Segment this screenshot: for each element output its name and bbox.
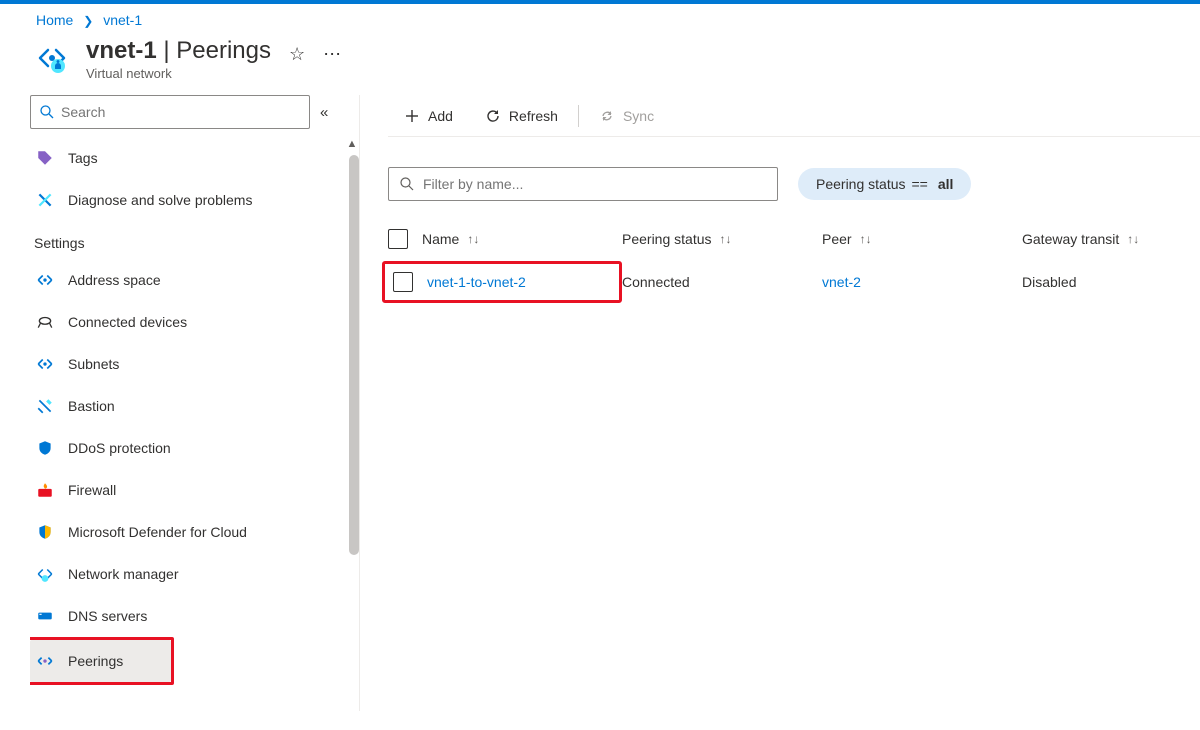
- filter-pill-status[interactable]: Peering status == all: [798, 168, 971, 200]
- favorite-button[interactable]: ☆: [289, 38, 305, 65]
- sidebar-item-peerings[interactable]: Peerings: [30, 640, 171, 682]
- select-all-checkbox[interactable]: [388, 229, 408, 249]
- plus-icon: [404, 108, 420, 124]
- sort-icon: ↑↓: [1127, 232, 1139, 246]
- column-header-name[interactable]: Name ↑↓: [422, 231, 622, 247]
- sync-icon: [599, 108, 615, 124]
- peering-status: Connected: [622, 274, 822, 290]
- sidebar-item-firewall[interactable]: Firewall: [30, 469, 341, 511]
- scroll-up-arrow[interactable]: ▲: [345, 137, 359, 151]
- refresh-button[interactable]: Refresh: [469, 97, 574, 135]
- filter-by-name[interactable]: [388, 167, 778, 201]
- chevron-right-icon: ❯: [83, 14, 93, 28]
- sidebar-item-label: DNS servers: [68, 608, 147, 624]
- toolbar-label: Sync: [623, 108, 654, 124]
- main-pane: Add Refresh Sync Peering status == all: [360, 95, 1200, 711]
- column-label: Name: [422, 231, 459, 247]
- sidebar-item-defender[interactable]: Microsoft Defender for Cloud: [30, 511, 341, 553]
- column-header-status[interactable]: Peering status ↑↓: [622, 231, 822, 247]
- column-header-gateway[interactable]: Gateway transit ↑↓: [1022, 231, 1200, 247]
- toolbar: Add Refresh Sync: [388, 97, 1200, 137]
- sidebar-item-ddos[interactable]: DDoS protection: [30, 427, 341, 469]
- sidebar-item-connected-devices[interactable]: Connected devices: [30, 301, 341, 343]
- subnets-icon: [36, 355, 54, 373]
- resource-name: vnet-1: [86, 37, 157, 64]
- sidebar-item-dns-servers[interactable]: DNS servers: [30, 595, 341, 637]
- sidebar-item-network-manager[interactable]: Network manager: [30, 553, 341, 595]
- peer-link[interactable]: vnet-2: [822, 274, 861, 290]
- sidebar-item-bastion[interactable]: Bastion: [30, 385, 341, 427]
- peerings-table: Name ↑↓ Peering status ↑↓ Peer ↑↓ Gatewa…: [388, 219, 1200, 305]
- sidebar-item-label: Connected devices: [68, 314, 187, 330]
- sidebar-item-diagnose[interactable]: Diagnose and solve problems: [30, 179, 341, 221]
- sidebar-item-label: Network manager: [68, 566, 179, 582]
- toolbar-divider: [578, 105, 579, 127]
- table-header: Name ↑↓ Peering status ↑↓ Peer ↑↓ Gatewa…: [388, 219, 1200, 259]
- diagnose-icon: [36, 191, 54, 209]
- bastion-icon: [36, 397, 54, 415]
- page-title: vnet-1 | Peerings: [86, 38, 271, 64]
- sidebar-item-tags[interactable]: Tags: [30, 137, 341, 179]
- breadcrumb: Home ❯ vnet-1: [0, 4, 1200, 34]
- firewall-icon: [36, 481, 54, 499]
- add-button[interactable]: Add: [388, 97, 469, 135]
- refresh-icon: [485, 108, 501, 124]
- sidebar-item-label: Firewall: [68, 482, 116, 498]
- table-row[interactable]: vnet-1-to-vnet-2 Connected vnet-2 Disabl…: [388, 259, 1200, 305]
- more-button[interactable]: ⋯: [323, 38, 341, 65]
- collapse-sidebar-button[interactable]: «: [320, 104, 328, 121]
- filter-pill-value: all: [938, 176, 954, 192]
- sidebar-item-label: Tags: [68, 150, 98, 166]
- filter-bar: Peering status == all: [388, 167, 1200, 201]
- network-manager-icon: [36, 565, 54, 583]
- column-label: Peering status: [622, 231, 712, 247]
- filter-pill-field: Peering status: [816, 176, 906, 192]
- sidebar-item-label: Microsoft Defender for Cloud: [68, 524, 247, 540]
- address-space-icon: [36, 271, 54, 289]
- page-section: Peerings: [176, 37, 271, 64]
- sidebar-item-label: Diagnose and solve problems: [68, 192, 252, 208]
- devices-icon: [36, 313, 54, 331]
- sort-icon: ↑↓: [720, 232, 732, 246]
- scrollbar-thumb[interactable]: [349, 155, 359, 555]
- defender-icon: [36, 523, 54, 541]
- row-checkbox[interactable]: [393, 272, 413, 292]
- gateway-transit: Disabled: [1022, 274, 1200, 290]
- column-label: Gateway transit: [1022, 231, 1119, 247]
- search-icon: [39, 104, 55, 120]
- dns-icon: [36, 607, 54, 625]
- breadcrumb-home[interactable]: Home: [36, 12, 73, 28]
- sidebar-search[interactable]: [30, 95, 310, 129]
- toolbar-label: Refresh: [509, 108, 558, 124]
- shield-icon: [36, 439, 54, 457]
- resource-type: Virtual network: [86, 66, 271, 81]
- sidebar-item-address-space[interactable]: Address space: [30, 259, 341, 301]
- breadcrumb-resource[interactable]: vnet-1: [103, 12, 142, 28]
- sidebar: « ▲ Tags Diagnose and solve problems Set…: [0, 95, 360, 711]
- sidebar-item-label: Bastion: [68, 398, 115, 414]
- sidebar-item-label: DDoS protection: [68, 440, 171, 456]
- search-icon: [399, 176, 415, 192]
- filter-pill-op: ==: [912, 176, 928, 192]
- column-header-peer[interactable]: Peer ↑↓: [822, 231, 1022, 247]
- column-label: Peer: [822, 231, 852, 247]
- sidebar-search-input[interactable]: [61, 104, 301, 120]
- tag-icon: [36, 149, 54, 167]
- sort-icon: ↑↓: [860, 232, 872, 246]
- sidebar-group-settings: Settings: [30, 221, 341, 259]
- highlight-box: vnet-1-to-vnet-2: [382, 261, 622, 303]
- toolbar-label: Add: [428, 108, 453, 124]
- sync-button: Sync: [583, 97, 670, 135]
- sidebar-item-label: Peerings: [68, 653, 123, 669]
- filter-input[interactable]: [423, 176, 767, 192]
- vnet-icon: [36, 42, 68, 74]
- peering-name-link[interactable]: vnet-1-to-vnet-2: [427, 274, 526, 290]
- sort-icon: ↑↓: [467, 232, 479, 246]
- sidebar-item-label: Address space: [68, 272, 161, 288]
- sidebar-item-subnets[interactable]: Subnets: [30, 343, 341, 385]
- sidebar-item-label: Subnets: [68, 356, 119, 372]
- page-header: vnet-1 | Peerings Virtual network ☆ ⋯: [0, 34, 1200, 95]
- peerings-icon: [36, 652, 54, 670]
